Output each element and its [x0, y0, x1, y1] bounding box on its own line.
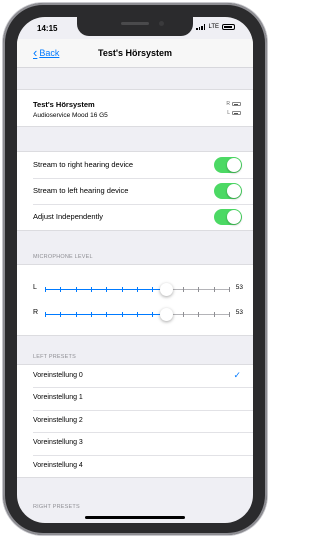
navigation-bar: ‹ Back Test's Hörsystem: [17, 39, 253, 68]
slider-tick: [198, 311, 200, 317]
checkmark-icon: ✓: [233, 370, 241, 380]
page-title: Test's Hörsystem: [97, 48, 172, 58]
left-battery-label: L: [227, 110, 230, 116]
toggle-knob: [227, 184, 241, 198]
slider-tick: [152, 286, 154, 292]
slider-label: L: [33, 284, 37, 291]
signal-icon: [196, 24, 206, 30]
device-info-cell: Test's Hörsystem Audioservice Mood 16 G5…: [17, 89, 253, 127]
status-right: LTE: [196, 24, 235, 30]
microphone-level-header: MICROPHONE LEVEL: [33, 254, 93, 260]
preset-row-0[interactable]: Voreinstellung 0 ✓: [17, 365, 253, 387]
preset-row-4[interactable]: Voreinstellung 4: [17, 454, 253, 477]
adjust-independently-toggle[interactable]: [214, 209, 242, 225]
preset-label: Voreinstellung 0: [33, 372, 83, 379]
slider-tick: [121, 286, 123, 292]
slider-label: R: [33, 309, 39, 316]
streaming-settings: Stream to right hearing device Stream to…: [17, 151, 253, 231]
status-time: 14:15: [37, 24, 58, 33]
left-battery: L: [227, 110, 241, 116]
speaker-grille: [121, 22, 149, 25]
toggle-row-stream-left: Stream to left hearing device: [17, 178, 253, 204]
carrier-label: LTE: [208, 24, 219, 30]
slider-tick: [137, 286, 138, 292]
toggle-knob: [227, 210, 241, 224]
slider-tick: [229, 286, 230, 292]
home-indicator: [85, 516, 185, 519]
slider-tick: [91, 286, 92, 292]
slider-tick: [106, 311, 108, 317]
phone-frame: 14:15 LTE ‹ Back Test's Hörsystem Test's…: [3, 3, 267, 535]
preset-row-2[interactable]: Voreinstellung 2: [17, 409, 253, 432]
slider-right-mic[interactable]: R 53: [33, 306, 243, 322]
preset-row-1[interactable]: Voreinstellung 1: [17, 387, 253, 409]
slider-tick: [213, 311, 215, 317]
preset-label: Voreinstellung 3: [33, 439, 83, 447]
slider-tick: [183, 286, 184, 292]
toggle-label: Stream to left hearing device: [33, 186, 129, 195]
preset-label: Voreinstellung 2: [33, 416, 83, 424]
slider-left-mic[interactable]: L 53: [33, 281, 243, 297]
slider-tick: [229, 311, 230, 317]
slider-tick: [137, 311, 138, 317]
left-battery-icon: [232, 111, 241, 115]
slider-tick: [91, 311, 92, 317]
left-presets-list: Voreinstellung 0 ✓ Voreinstellung 1 Vore…: [17, 364, 253, 478]
slider-tick: [152, 311, 154, 317]
preset-label: Voreinstellung 1: [33, 394, 83, 402]
slider-tick: [45, 286, 46, 292]
preset-label: Voreinstellung 4: [33, 461, 83, 469]
slider-tick: [60, 311, 62, 317]
toggle-label: Adjust Independently: [33, 212, 104, 221]
notch: [77, 17, 193, 36]
slider-value: 53: [235, 284, 243, 291]
front-camera: [159, 21, 164, 26]
slider-tick: [106, 286, 108, 292]
slider-tick: [75, 311, 77, 317]
toggle-label: Stream to right hearing device: [33, 160, 134, 169]
right-presets-header: RIGHT PRESETS: [33, 504, 80, 510]
slider-thumb[interactable]: [160, 282, 174, 296]
right-battery-icon: [232, 102, 241, 106]
toggle-row-adjust-independently: Adjust Independently: [17, 204, 253, 230]
slider-tick: [121, 311, 123, 317]
right-battery-label: R: [226, 101, 230, 107]
right-battery: R: [226, 101, 241, 107]
slider-thumb[interactable]: [160, 307, 174, 321]
device-model: Audioservice Mood 16 G5: [33, 112, 108, 119]
microphone-level-group: L 53 R 53: [17, 264, 253, 336]
slider-tick: [183, 311, 184, 317]
stream-right-toggle[interactable]: [214, 157, 242, 173]
stream-left-toggle[interactable]: [214, 183, 242, 199]
device-name: Test's Hörsystem: [33, 100, 95, 109]
preset-row-3[interactable]: Voreinstellung 3: [17, 432, 253, 454]
slider-tick: [213, 286, 215, 292]
slider-tick: [45, 311, 46, 317]
left-presets-header: LEFT PRESETS: [33, 354, 76, 360]
slider-value: 53: [235, 309, 243, 316]
slider-tick: [60, 286, 62, 292]
slider-tick: [75, 286, 77, 292]
toggle-knob: [227, 158, 241, 172]
screen: 14:15 LTE ‹ Back Test's Hörsystem Test's…: [17, 17, 253, 523]
slider-tick: [198, 286, 200, 292]
battery-icon: [222, 24, 235, 30]
toggle-row-stream-right: Stream to right hearing device: [17, 152, 253, 178]
